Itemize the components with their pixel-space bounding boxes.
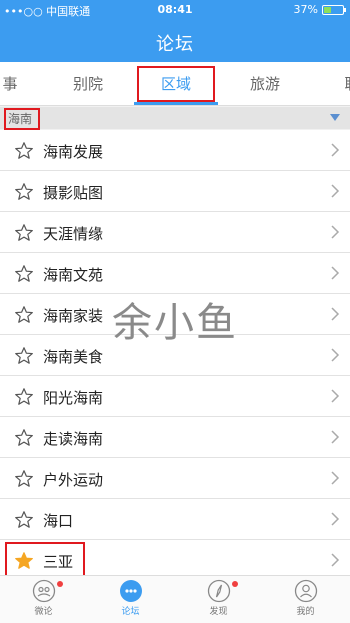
forum-name: 海南家装 [43,307,104,325]
forum-list-item[interactable]: 摄影贴图 [0,171,350,212]
chat-icon [32,579,55,603]
page-title: 论坛 [156,34,194,55]
star-outline-icon[interactable] [14,346,34,366]
profile-icon [294,579,317,603]
forum-screen: •••○○ 中国联通 08:41 37% 论坛 事 别院 区域 旅游 职 海南 … [0,0,350,623]
section-header[interactable]: 海南 [0,107,350,129]
chevron-right-icon [331,184,340,198]
bottom-nav: 微论 论坛 发现 我的 [0,575,350,623]
nav-faxian[interactable]: 发现 [175,579,262,623]
nav-label: 我的 [296,607,315,617]
chevron-right-icon [331,348,340,362]
battery-icon [322,4,346,15]
tab-lvyou[interactable]: 旅游 [225,62,305,106]
chevron-right-icon [331,225,340,239]
star-outline-icon[interactable] [14,264,34,284]
star-outline-icon[interactable] [14,182,34,202]
forum-list: 海南发展 摄影贴图 天涯情缘 海南文苑 海南家装 海南美食 阳光海南 走读海南 户外运动 海口 三亚 [0,130,350,581]
tab-partial-left[interactable]: 事 [0,62,30,106]
compass-icon [207,579,230,603]
forum-name: 摄影贴图 [43,184,104,202]
forum-name: 阳光海南 [43,389,104,407]
star-outline-icon[interactable] [14,387,34,407]
nav-luntan[interactable]: 论坛 [87,579,174,623]
chevron-right-icon [331,266,340,280]
chevron-right-icon [331,512,340,526]
forum-name: 海南文苑 [43,266,104,284]
chevron-right-icon [331,143,340,157]
chevron-right-icon [331,430,340,444]
battery-status: 37% [293,3,346,16]
tab-partial-right[interactable]: 职 [332,62,350,106]
app-header: •••○○ 中国联通 08:41 37% 论坛 [0,0,350,62]
nav-label: 发现 [209,607,228,617]
nav-label: 微论 [34,607,53,617]
star-outline-icon[interactable] [14,305,34,325]
highlight-box-section [4,108,40,130]
highlight-box-item [5,542,85,578]
forum-list-item[interactable]: 海南文苑 [0,253,350,294]
forum-list-item[interactable]: 走读海南 [0,417,350,458]
nav-wode[interactable]: 我的 [262,579,349,623]
star-outline-icon[interactable] [14,510,34,530]
collapse-arrow-icon[interactable] [330,114,340,121]
forum-list-item[interactable]: 海口 [0,499,350,540]
forum-icon [119,580,142,602]
status-bar: •••○○ 中国联通 08:41 37% [0,0,350,20]
nav-badge-dot [232,581,238,587]
chevron-right-icon [331,553,340,567]
forum-name: 海南发展 [43,143,104,161]
star-outline-icon[interactable] [14,141,34,161]
forum-name: 海口 [43,512,74,530]
chevron-right-icon [331,307,340,321]
active-tab-indicator [134,102,218,105]
watermark: 余小鱼 [112,300,238,346]
star-outline-icon[interactable] [14,223,34,243]
highlight-box-tab [137,66,215,102]
star-outline-icon[interactable] [14,469,34,489]
star-outline-icon[interactable] [14,428,34,448]
nav-label: 论坛 [121,607,140,617]
forum-list-item[interactable]: 海南发展 [0,130,350,171]
tab-bieyuan[interactable]: 别院 [48,62,128,106]
forum-name: 天涯情缘 [43,225,104,243]
forum-name: 走读海南 [43,430,104,448]
forum-list-item[interactable]: 户外运动 [0,458,350,499]
nav-weilun[interactable]: 微论 [0,579,87,623]
forum-name: 户外运动 [43,471,104,489]
forum-list-item[interactable]: 阳光海南 [0,376,350,417]
battery-percent: 37% [293,3,318,16]
chevron-right-icon [331,471,340,485]
nav-badge-dot [57,581,63,587]
forum-list-item[interactable]: 天涯情缘 [0,212,350,253]
forum-name: 海南美食 [43,348,104,366]
chevron-right-icon [331,389,340,403]
